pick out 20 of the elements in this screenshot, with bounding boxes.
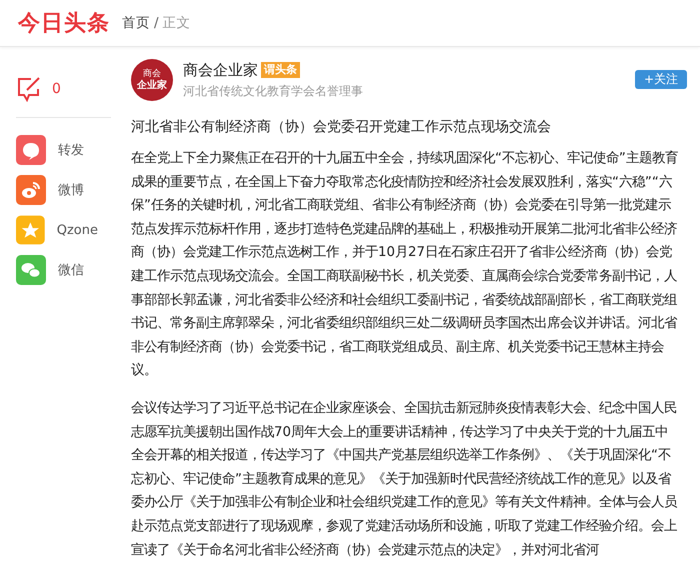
author-name[interactable]: 商会企业家 [183,60,258,80]
breadcrumb-separator: / [154,15,159,31]
weibo-icon[interactable] [16,175,46,205]
share-label[interactable]: 转发 [58,141,84,159]
qzone-icon[interactable] [16,215,45,245]
share-label[interactable]: 微信 [58,261,84,279]
article-title: 河北省非公有制经济商（协）会党委召开党建工作示范点现场交流会 [131,118,552,137]
comment-count: 0 [52,81,61,97]
author-badge: 谓头条 [261,62,300,78]
article-paragraph: 会议传达学习了习近平总书记在企业家座谈会、全国抗击新冠肺炎疫情表彰大会、纪念中国人民志愿军抗美援朝出国作战70周年大会上的重要讲话精神，传达学习了中央关于党的十九届五中全会开幕的相关报道，传达学习了《中国共产党基层组织选举工作条例》、《关于巩固深化“不忘初心、牢记使命”主题教育成果的意见》《关于加强新时代民营经济统战工作的意见》以及省委办公厅《关于加强非公有制企业和社会组织党建工作的意见》等有关文件精神。全体与会人员赴示范点党支部进行了现场观摩，参观了党建活动场所和设施，听取了党建工作经验介绍。会上宣读了《关于命名河北省非公经济商（协）会党建示范点的决定》，并对河北省河 [131,400,678,560]
share-label[interactable]: Qzone [56,222,98,238]
comment-icon[interactable] [16,76,42,102]
site-logo[interactable]: 今日头条 [18,8,122,38]
article-paragraph: 在全党上下全力聚焦正在召开的十九届五中全会，持续巩固深化“不忘初心、牢记使命”主题教育成果的重要节点，在全国上下奋力夺取常态化疫情防控和经济社会发展双胜利，落实“六稳”“六保”任务的关键时机，河北省工商联党组、省非公有制经济商（协）会党委在引导第一批党建示范点发挥示范标杆作用，逐步打造特色党建品牌的基础上，积极推动开展第二批河北省非公经济商（协）会党建工作示范点选树工作，并于10月27日在石家庄召开了省非公经济商（协）会党建工作示范点现场交流会。全国工商联副秘书长，机关党委、直属商会综合党委常务副书记，人事部部长郭孟谦，河北省委非公经济和社会组织工委副书记，省委统战部副部长，省工商联党组书记、常务副主席郭翠朵，河北省委组织部组织三处二级调研员李国杰出席会议并讲话。河北省非公有制经济商（协）会党委书记，省工商联党组成员、副主席、机关党委书记王慧林主持会议。 [131,150,679,380]
wechat-icon[interactable] [16,255,46,285]
share-label[interactable]: 微博 [58,181,84,199]
breadcrumb-link[interactable]: 首页 [122,14,150,32]
repost-icon[interactable] [16,135,46,165]
author-avatar[interactable]: 商会 企业家 [131,59,173,101]
author-description: 河北省传统文化教育学会名誉理事 [183,82,364,100]
